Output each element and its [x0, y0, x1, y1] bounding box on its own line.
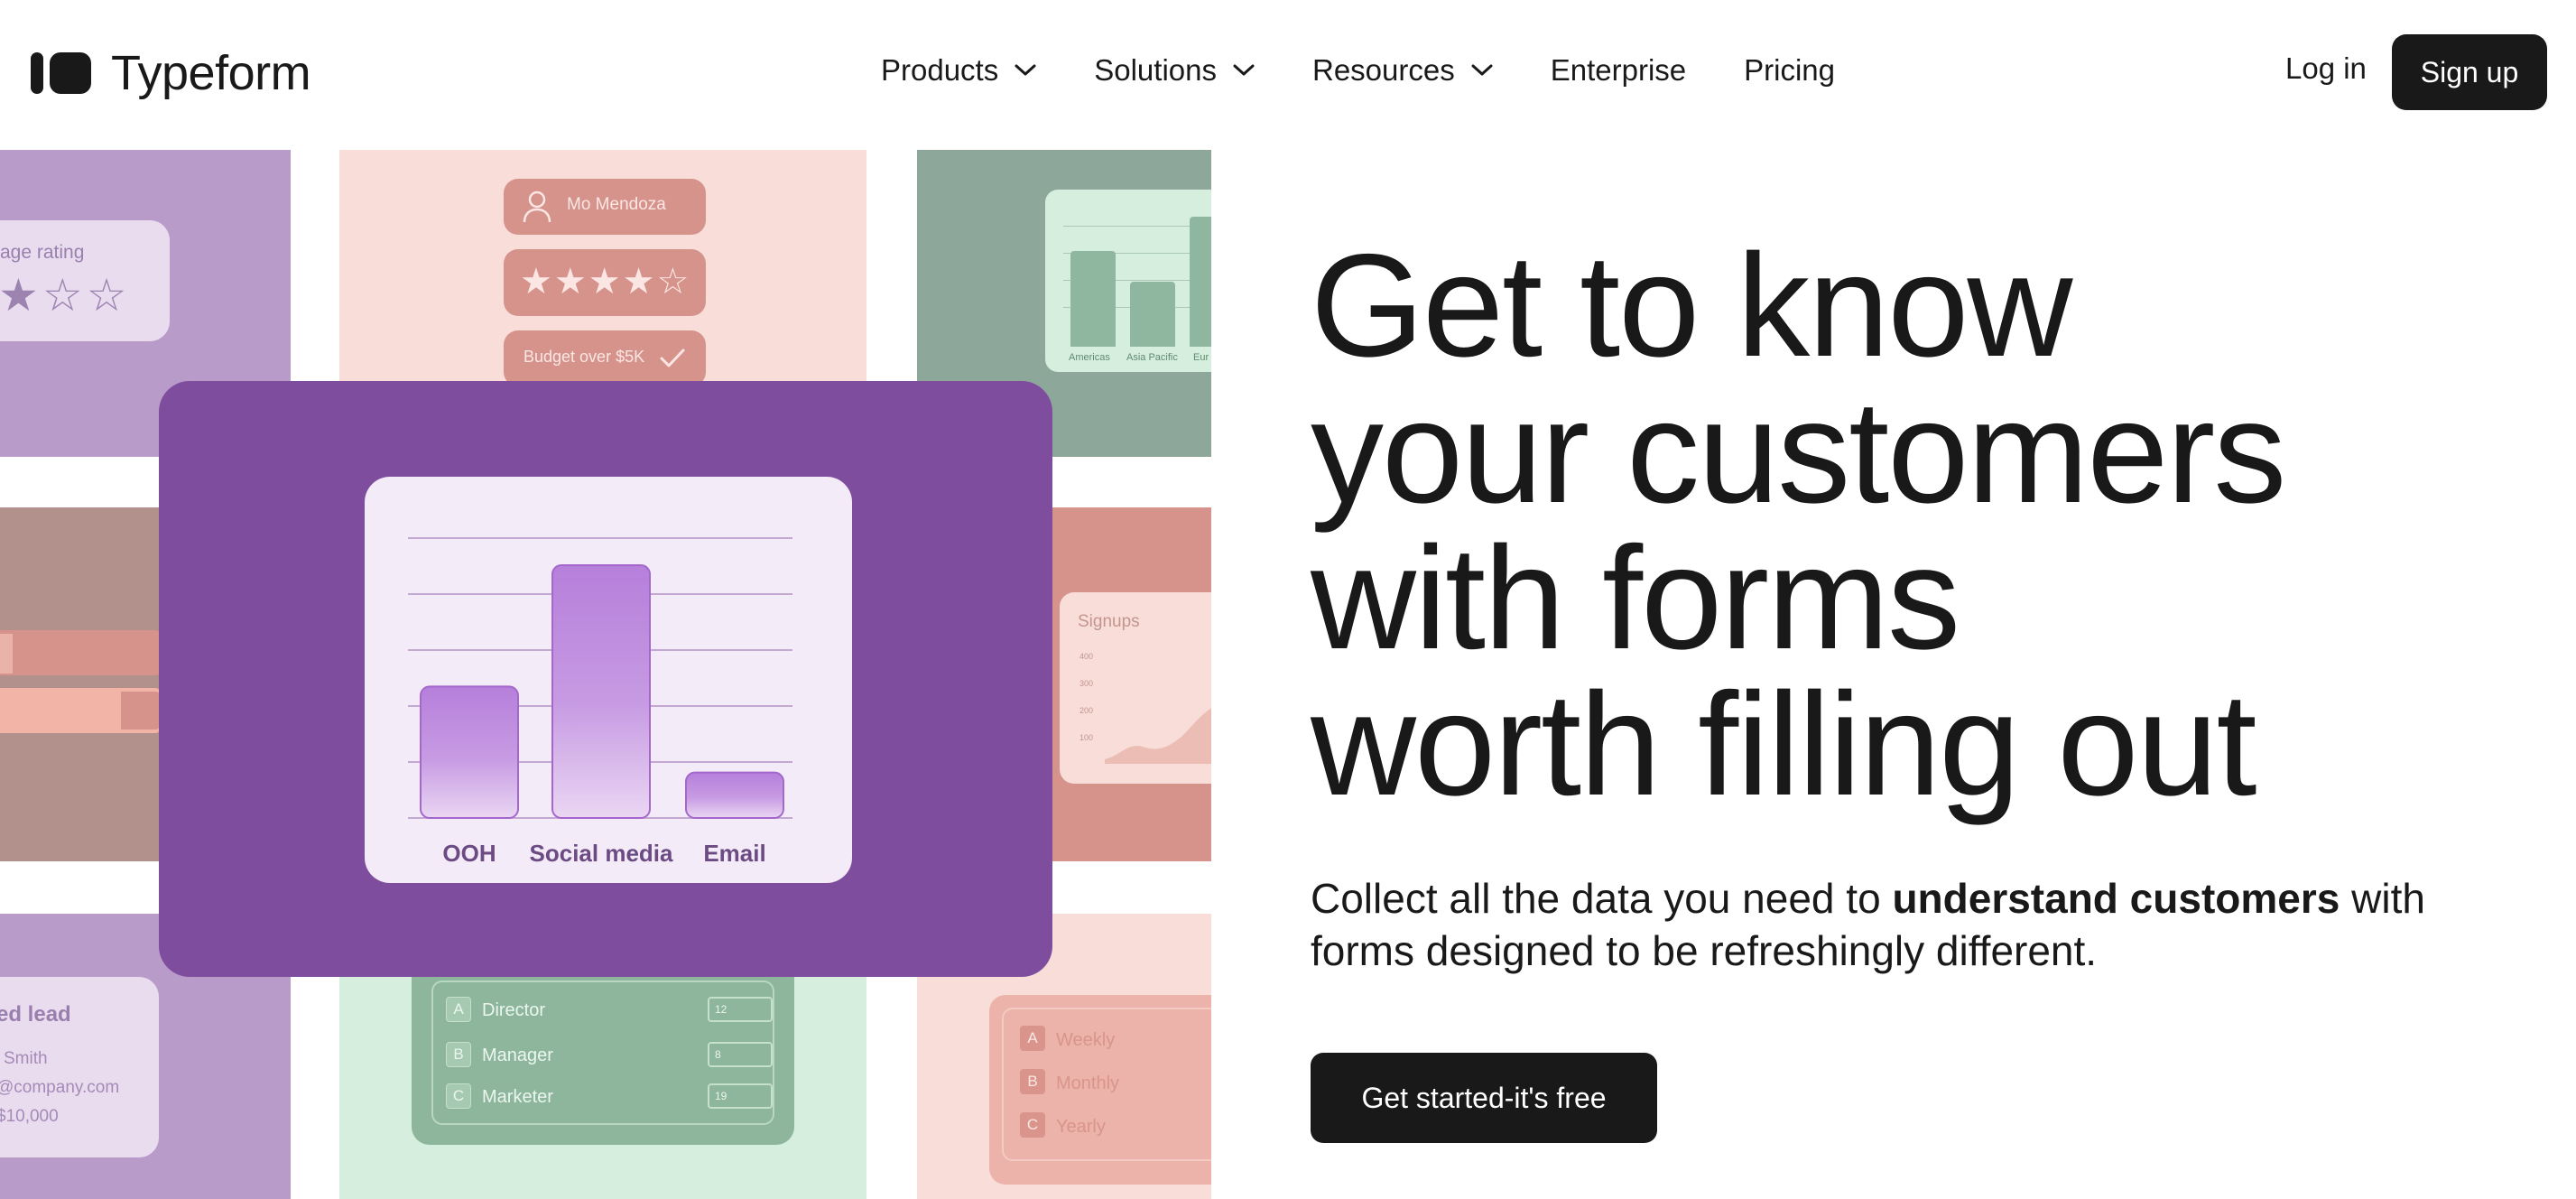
lead-card-title: ed lead — [0, 1002, 71, 1027]
role-option-label: Director — [482, 1000, 546, 1020]
role-option-value: 8 — [708, 1042, 773, 1067]
chart-bar-ooh — [420, 685, 519, 819]
signups-tick: 100 — [1080, 733, 1094, 742]
role-option-value: 12 — [708, 997, 773, 1022]
rating-stars-icon: ★☆☆ — [0, 270, 131, 321]
site-header: Typeform Products Solutions Resources En… — [0, 0, 2576, 141]
signup-button[interactable]: Sign up — [2392, 34, 2547, 110]
featured-chart-panel: OOH Social media Email — [159, 381, 1052, 977]
stars-pill: ★★★★☆ — [504, 249, 706, 316]
region-label: Asia Pacific — [1126, 352, 1178, 363]
signups-tick: 400 — [1080, 652, 1094, 661]
get-started-button[interactable]: Get started-it's free — [1311, 1053, 1657, 1143]
chart-bar-email — [685, 771, 784, 820]
role-option-key: C — [446, 1083, 471, 1109]
role-option-value: 19 — [708, 1083, 773, 1109]
frequency-option-key: C — [1020, 1112, 1045, 1138]
region-bar — [1070, 251, 1116, 347]
chevron-down-icon — [1015, 64, 1036, 76]
frequency-option[interactable]: C Yearly — [1020, 1112, 1200, 1141]
hero-headline: Get to know your customers with forms wo… — [1311, 233, 2538, 818]
signups-tick: 200 — [1080, 706, 1094, 715]
budget-label: Budget over $5K — [524, 348, 645, 366]
frequency-option-label: Monthly — [1056, 1074, 1120, 1093]
featured-bar-chart: OOH Social media Email — [408, 537, 792, 867]
main-nav: Products Solutions Resources Enterprise … — [881, 51, 1835, 90]
frequency-option-key: A — [1020, 1026, 1045, 1051]
lead-card-line: @company.com — [0, 1078, 120, 1097]
profile-name: Mo Mendoza — [567, 195, 666, 214]
nav-item-label: Products — [881, 53, 999, 87]
signups-card: Signups 400 300 200 100 — [1060, 592, 1211, 784]
role-list-card: A Director 12 B Manager 8 C Marketer 19 — [412, 961, 794, 1145]
frequency-option[interactable]: A Weekly — [1020, 1026, 1200, 1055]
rating-card-label: age rating — [0, 242, 85, 263]
login-link[interactable]: Log in — [2285, 51, 2367, 86]
frequency-option-label: Weekly — [1056, 1030, 1116, 1050]
nav-item-label: Pricing — [1744, 53, 1836, 87]
role-option-key: B — [446, 1042, 471, 1067]
region-chart-card: Americas Asia Pacific Eur — [1045, 190, 1211, 372]
chevron-down-icon — [1471, 64, 1493, 76]
nav-item-enterprise[interactable]: Enterprise — [1551, 53, 1686, 88]
role-option[interactable]: A Director 12 — [446, 995, 773, 1026]
lead-card-line: Smith — [4, 1049, 48, 1068]
role-option[interactable]: B Manager 8 — [446, 1040, 773, 1071]
chart-category-label: Social media — [530, 840, 673, 867]
nav-item-products[interactable]: Products — [881, 53, 1036, 88]
chevron-down-icon — [1233, 64, 1255, 76]
signups-title: Signups — [1078, 612, 1140, 631]
hero-headline-line: Get to know — [1311, 224, 2072, 387]
rating-stars-icon: ★★★★☆ — [520, 262, 691, 302]
rating-card: age rating ★☆☆ — [0, 220, 170, 341]
lead-card-line: $10,000 — [0, 1107, 59, 1126]
role-option-key: A — [446, 997, 471, 1022]
role-option[interactable]: C Marketer 19 — [446, 1082, 773, 1112]
hero-collage: age rating ★☆☆ Mo Mendoza ★★★★☆ Budget o… — [0, 150, 1211, 1199]
brand-name: Typeform — [111, 46, 311, 100]
hero-headline-line: with forms — [1311, 516, 1960, 680]
nav-item-label: Resources — [1312, 53, 1455, 87]
subhead-text: Collect all the data you need to — [1311, 875, 1893, 922]
region-label: Eur — [1193, 352, 1209, 363]
frequency-option[interactable]: B Monthly — [1020, 1069, 1200, 1098]
chart-category-label: OOH — [442, 840, 496, 867]
role-option-label: Marketer — [482, 1087, 553, 1107]
nav-item-resources[interactable]: Resources — [1312, 53, 1493, 88]
subhead-emphasis: understand customers — [1892, 875, 2340, 922]
profile-pill: Mo Mendoza — [504, 179, 706, 235]
frequency-option-key: B — [1020, 1069, 1045, 1094]
region-label: Americas — [1069, 352, 1110, 363]
frequency-list-card: A Weekly B Monthly C Yearly — [989, 995, 1211, 1185]
role-option-label: Manager — [482, 1046, 553, 1065]
region-bar — [1190, 217, 1211, 347]
region-bar — [1130, 282, 1175, 347]
lead-card: ed lead Smith @company.com $10,000 — [0, 977, 159, 1157]
frequency-option-label: Yearly — [1056, 1117, 1106, 1137]
nav-item-pricing[interactable]: Pricing — [1744, 53, 1835, 88]
user-icon — [523, 191, 551, 223]
nav-item-label: Solutions — [1094, 53, 1217, 87]
nav-item-solutions[interactable]: Solutions — [1094, 53, 1255, 88]
typeform-logo-icon — [31, 52, 91, 94]
chart-category-label: Email — [703, 840, 765, 867]
featured-chart-card: OOH Social media Email — [365, 477, 852, 883]
chart-bar-social-media — [551, 564, 651, 819]
hero-headline-line: worth filling out — [1311, 663, 2257, 826]
hero-subheading: Collect all the data you need to underst… — [1311, 872, 2484, 977]
budget-pill: Budget over $5K — [504, 330, 706, 386]
hero-headline-line: your customers — [1311, 370, 2286, 534]
typeform-logo[interactable]: Typeform — [31, 45, 311, 101]
signups-area-chart — [1105, 708, 1211, 764]
progress-bar — [0, 630, 161, 675]
nav-item-label: Enterprise — [1550, 53, 1687, 87]
checkmark-icon — [660, 349, 685, 367]
signups-tick: 300 — [1080, 679, 1094, 688]
